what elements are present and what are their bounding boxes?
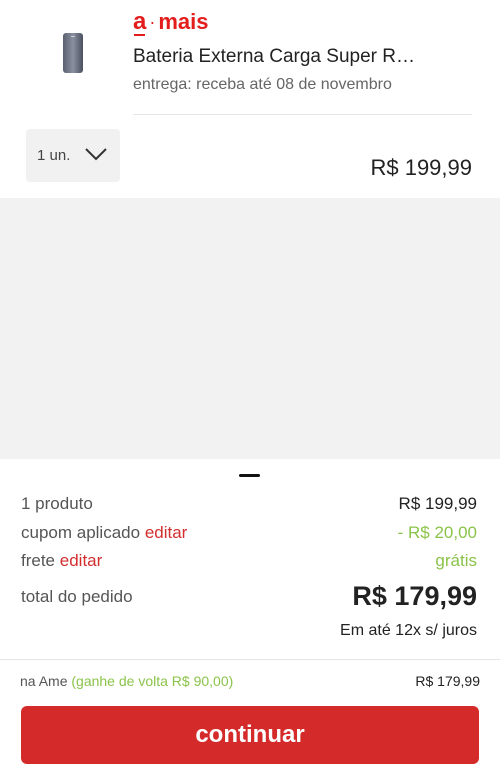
- item-price: R$ 199,99: [370, 155, 472, 180]
- edit-coupon-link[interactable]: editar: [145, 523, 188, 542]
- power-bank-image-icon: [63, 33, 83, 73]
- shipping-value: grátis: [435, 551, 477, 570]
- seller-logo-dot: ·: [149, 12, 156, 32]
- seller-logo-suffix: mais: [158, 9, 209, 34]
- total-value: R$ 179,99: [352, 581, 477, 611]
- ame-label: na Ame: [20, 673, 68, 689]
- total-label: total do pedido: [21, 587, 133, 606]
- edit-shipping-link[interactable]: editar: [60, 551, 103, 570]
- ame-value: R$ 179,99: [415, 673, 480, 689]
- chevron-down-icon: [85, 148, 107, 161]
- quantity-value: 1 un.: [37, 147, 71, 164]
- coupon-row: cupom aplicado editar: [21, 523, 187, 543]
- seller-logo-letter: a: [133, 8, 147, 36]
- divider: [0, 659, 500, 660]
- drag-handle[interactable]: [239, 474, 260, 477]
- products-count-label: 1 produto: [21, 494, 93, 513]
- shipping-label: frete: [21, 551, 56, 570]
- seller-logo: a · mais: [133, 8, 209, 36]
- continue-button[interactable]: continuar: [21, 706, 479, 764]
- product-image[interactable]: [56, 30, 90, 76]
- installments-info: Em até 12x s/ juros: [340, 622, 477, 639]
- order-summary-sheet: 1 produto R$ 199,99 cupom aplicado edita…: [0, 459, 500, 779]
- product-name[interactable]: Bateria Externa Carga Super R…: [133, 46, 415, 68]
- empty-background: [0, 198, 500, 460]
- quantity-select[interactable]: 1 un.: [26, 129, 120, 182]
- cart-item: a · mais Bateria Externa Carga Super R… …: [0, 0, 500, 115]
- shipping-row: frete editar: [21, 551, 102, 571]
- ame-cashback: (ganhe de volta R$ 90,00): [71, 673, 234, 689]
- coupon-label: cupom aplicado: [21, 523, 141, 542]
- divider: [133, 114, 472, 115]
- ame-payment-row: na Ame (ganhe de volta R$ 90,00): [20, 673, 233, 689]
- products-subtotal: R$ 199,99: [398, 494, 477, 513]
- delivery-estimate: entrega: receba até 08 de novembro: [133, 76, 392, 93]
- coupon-discount: - R$ 20,00: [397, 523, 477, 542]
